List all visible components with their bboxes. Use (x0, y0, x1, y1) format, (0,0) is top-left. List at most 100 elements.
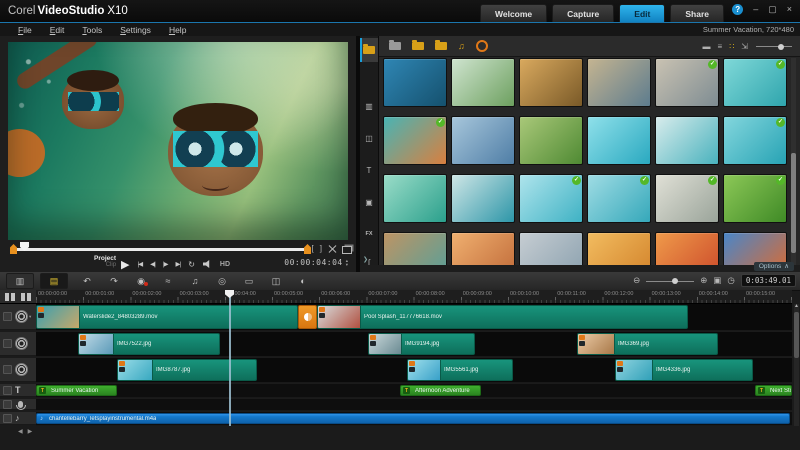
scrollbar-thumb[interactable] (794, 312, 799, 358)
mask-creator-button[interactable]: ◐ (295, 276, 311, 286)
import-path-button[interactable]: ⇲ (741, 42, 748, 51)
library-thumbnail[interactable] (587, 232, 651, 265)
volume-button[interactable] (202, 260, 210, 268)
options-button[interactable]: Options ∧ (753, 262, 794, 271)
library-thumbnail[interactable] (519, 116, 583, 165)
library-thumbnail[interactable]: ✓ (655, 58, 719, 107)
slider-knob[interactable] (672, 277, 679, 284)
timeline-ruler[interactable]: 00:00:00:00 00:00:01:00 00:00:02:00 00:00:0… (36, 290, 792, 304)
timeline-clip[interactable]: IMG8787.jpg (117, 359, 257, 381)
music-filter-icon[interactable]: ♫ (458, 41, 465, 51)
library-thumbnail[interactable] (451, 174, 515, 223)
split-clip-button[interactable] (328, 245, 336, 253)
tab-edit[interactable]: Edit (619, 4, 666, 22)
library-thumbnail[interactable]: ✓ (723, 116, 787, 165)
library-thumbnail[interactable]: ✓ (655, 174, 719, 223)
voice-track[interactable] (36, 399, 792, 411)
track-header-overlay[interactable] (0, 332, 36, 356)
mark-in-button[interactable]: [ (312, 244, 314, 254)
close-button[interactable]: × (787, 4, 792, 15)
library-thumbnail[interactable] (587, 58, 651, 107)
preview-timecode[interactable]: 00:00:04:04 (284, 258, 342, 267)
playback-mode-toggle[interactable]: Project Clip (94, 255, 116, 268)
title-track[interactable]: T Summer Vacation T Afternoon Adventure T Nex… (36, 384, 792, 398)
tab-capture[interactable]: Capture (552, 4, 615, 22)
track-ripple-icon[interactable] (3, 399, 12, 409)
library-thumbnail[interactable]: ✓ (519, 174, 583, 223)
timeline-clip[interactable]: Pool Splash_117776618.mov (317, 305, 688, 329)
library-thumbnail[interactable] (587, 116, 651, 165)
library-thumbnail[interactable] (519, 232, 583, 265)
hd-quality-button[interactable]: HD (220, 261, 230, 268)
thumbnail-view-button[interactable]: ∷ (729, 42, 734, 51)
track-header-voice[interactable] (0, 399, 36, 410)
project-duration-timecode[interactable]: 0:03:49.01 (740, 274, 796, 287)
timeline-clip[interactable]: IMG4336.jpg (615, 359, 753, 381)
track-header-overlay[interactable] (0, 358, 36, 382)
library-thumbnail[interactable]: ✓ (383, 116, 447, 165)
scrubber-bar[interactable] (14, 248, 308, 251)
timeline-clip[interactable]: ♪ chantellebarry_letsplayinstrumental.m4a (36, 413, 790, 424)
360-media-icon[interactable] (475, 40, 488, 52)
library-thumbnail[interactable] (451, 116, 515, 165)
gallery-folder-icon[interactable] (389, 40, 401, 50)
zoom-out-button[interactable]: ⊖ (633, 275, 640, 286)
library-expand-icon[interactable]: ❯ (363, 256, 368, 263)
library-thumbnail[interactable] (383, 58, 447, 107)
tab-welcome[interactable]: Welcome (480, 4, 548, 22)
music-track[interactable]: ♪ chantellebarry_letsplayinstrumental.m4a (36, 412, 792, 426)
sound-mixer-button[interactable]: ≈ (160, 276, 176, 286)
track-ripple-icon[interactable] (3, 312, 12, 321)
scroll-right-icon[interactable]: ▶ (28, 428, 33, 435)
subtitle-editor-button[interactable]: ▭ (241, 276, 257, 287)
videos-folder-icon[interactable] (412, 40, 424, 50)
nav-media[interactable] (360, 38, 378, 62)
track-dropdown-icon[interactable]: ▾ (29, 314, 31, 320)
timeline-clip[interactable]: IMG7522.jpg (78, 333, 220, 355)
scroll-up-icon[interactable]: ▲ (794, 303, 799, 309)
zoom-in-button[interactable]: ⊕ (700, 275, 707, 286)
timeline-clip[interactable]: Waterslide2_84803289.mov (36, 305, 298, 329)
timeline-clip[interactable]: T Afternoon Adventure (400, 385, 481, 396)
end-button[interactable]: ▶| (176, 260, 182, 268)
track-header-title[interactable]: T (0, 384, 36, 397)
library-thumbnail[interactable] (451, 58, 515, 107)
track-ripple-icon[interactable] (3, 413, 12, 423)
mark-out-button[interactable]: ] (320, 244, 322, 254)
track-ripple-icon[interactable] (3, 365, 12, 374)
spinner-down-icon[interactable]: ▾ (346, 262, 348, 267)
trim-end-handle[interactable] (304, 244, 311, 254)
timeline-clip[interactable]: T Next Stop (755, 385, 792, 396)
timeline-playhead-line[interactable] (229, 296, 231, 426)
menu-edit[interactable]: Edit (50, 25, 65, 35)
library-thumbnail[interactable] (519, 58, 583, 107)
library-thumbnail[interactable] (451, 232, 515, 265)
track-header-music[interactable]: ♪ (0, 412, 36, 425)
tab-share[interactable]: Share (670, 4, 724, 22)
timeline-clip[interactable]: IMG5561.jpg (407, 359, 513, 381)
help-button[interactable]: ? (732, 4, 744, 15)
timeline-zoom-slider[interactable] (646, 276, 695, 286)
next-frame-button[interactable]: |▶ (163, 260, 169, 268)
library-thumbnail[interactable]: ✓ (723, 58, 787, 107)
transition-clip[interactable] (298, 305, 317, 329)
fit-project-button[interactable]: ▣ (713, 275, 721, 286)
slider-knob[interactable] (778, 43, 784, 50)
nav-title[interactable]: T (360, 158, 378, 182)
enlarge-preview-button[interactable] (342, 246, 352, 254)
timeline-clip[interactable]: IMG9194.jpg (368, 333, 475, 355)
menu-settings[interactable]: Settings (120, 25, 151, 35)
filmstrip-view-button[interactable]: ▬ (703, 42, 711, 51)
play-button[interactable]: ▶ (121, 258, 129, 271)
library-thumbnail[interactable] (723, 232, 787, 265)
library-scrollbar[interactable] (791, 58, 796, 265)
menu-tools[interactable]: Tools (82, 25, 102, 35)
thumbnail-zoom-slider[interactable] (756, 41, 792, 51)
library-thumbnail[interactable]: ✓ (723, 174, 787, 223)
track-ripple-icon[interactable] (3, 385, 12, 395)
home-button[interactable]: |◀ (137, 260, 143, 268)
split-screen-template-button[interactable]: ◫ (268, 276, 284, 287)
repeat-button[interactable]: ↻ (188, 260, 195, 269)
track-header-video[interactable]: ▾ (0, 304, 36, 330)
list-view-button[interactable]: ≡ (718, 42, 723, 51)
